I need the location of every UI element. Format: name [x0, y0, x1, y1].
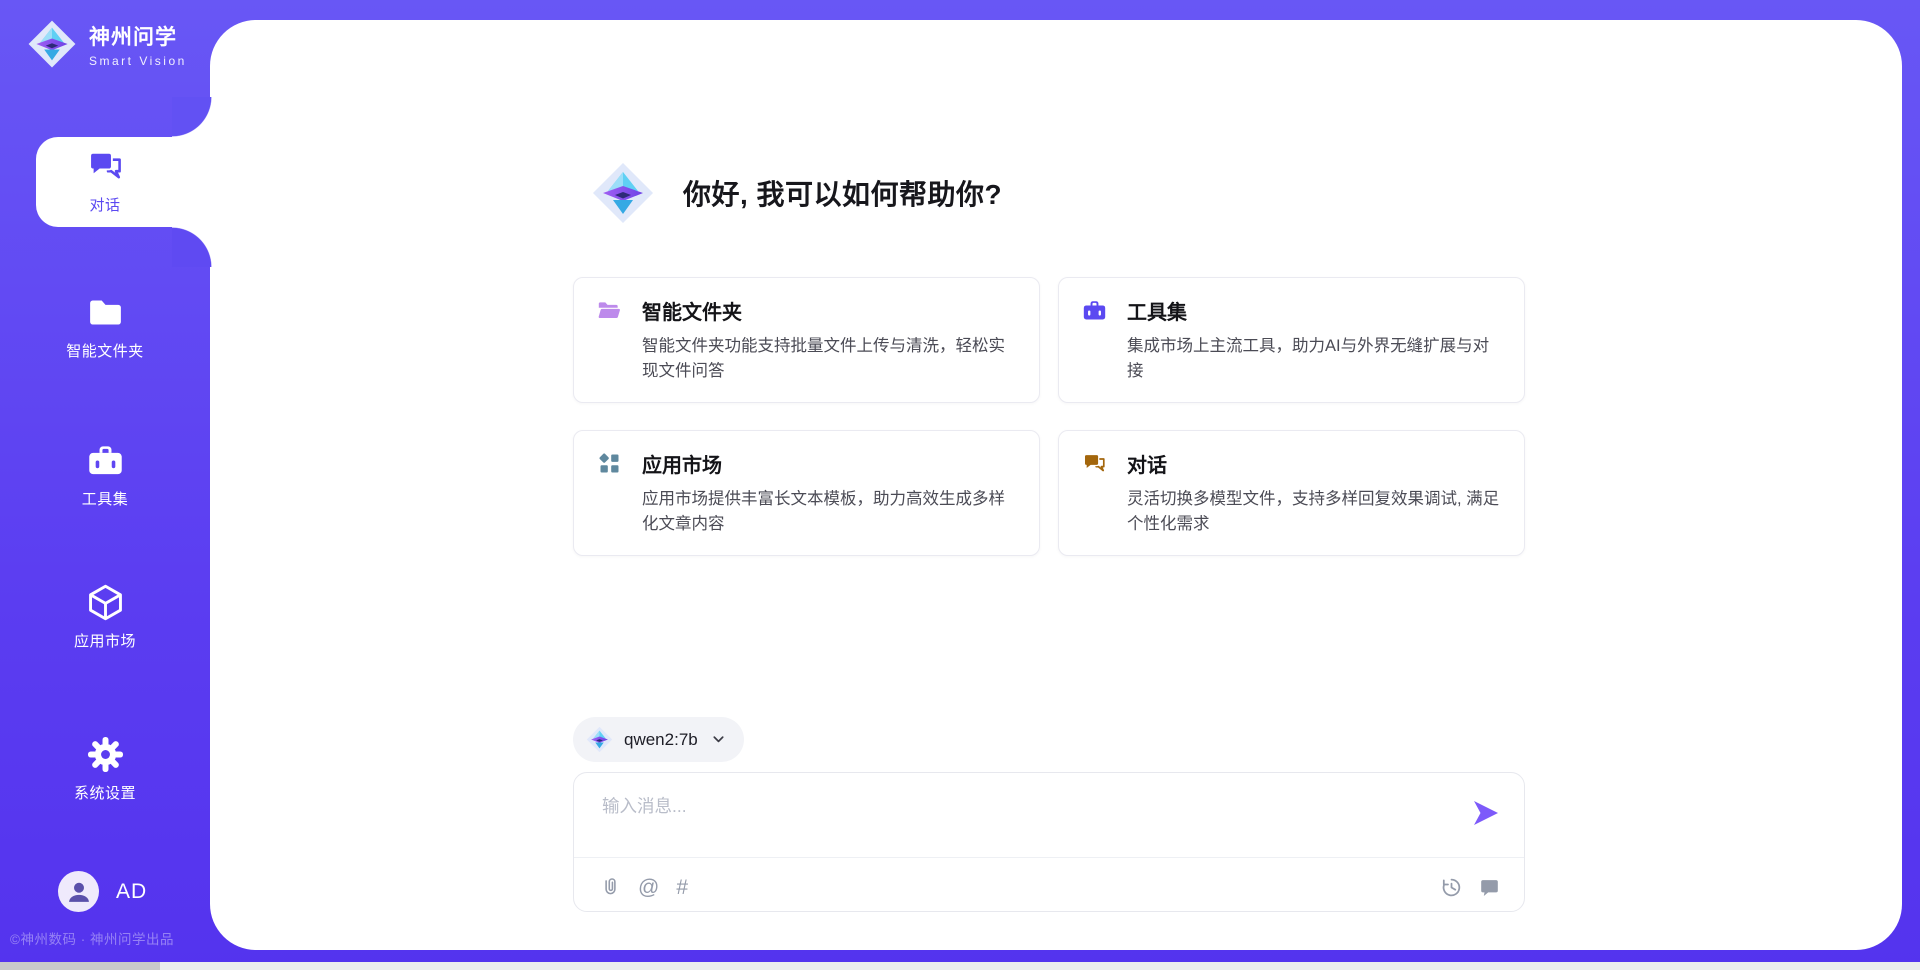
sidebar-item-app-market[interactable]: 应用市场 [0, 582, 210, 651]
avatar [58, 871, 99, 912]
mention-icon[interactable]: @ [638, 877, 659, 898]
brand-name: 神州问学 [89, 21, 187, 51]
tab-scoop-bottom [172, 227, 212, 267]
card-title: 应用市场 [642, 449, 722, 478]
user-initials: AD [116, 880, 147, 904]
sidebar-item-label: 应用市场 [74, 630, 136, 651]
card-description: 应用市场提供丰富长文本模板，助力高效生成多样化文章内容 [596, 487, 1017, 537]
sidebar-item-toolset[interactable]: 工具集 [0, 440, 210, 509]
chat-bubbles-icon [1081, 450, 1108, 477]
composer-toolbar-right [1441, 877, 1500, 898]
card-title: 对话 [1127, 449, 1167, 478]
person-icon [62, 875, 96, 909]
app-grid-icon [596, 450, 623, 477]
chat-bubbles-icon [85, 146, 126, 187]
app-root: { "brand": { "name": "神州问学", "subtitle":… [0, 0, 1920, 970]
message-composer: @ # [573, 772, 1525, 912]
content-area: 你好, 我可以如何帮助你? 智能文件夹 智能文件夹功能支持批量文件上传与清洗，轻… [573, 20, 1525, 950]
history-icon[interactable] [1441, 877, 1462, 898]
briefcase-icon [1081, 297, 1108, 324]
user-account[interactable]: AD [58, 871, 147, 912]
card-description: 集成市场上主流工具，助力AI与外界无缝扩展与对接 [1081, 334, 1502, 384]
chevron-down-icon [711, 732, 726, 747]
card-app-market[interactable]: 应用市场 应用市场提供丰富长文本模板，助力高效生成多样化文章内容 [573, 430, 1040, 556]
hashtag-icon[interactable]: # [676, 877, 688, 898]
sidebar-item-label: 系统设置 [74, 782, 136, 803]
card-smart-folder[interactable]: 智能文件夹 智能文件夹功能支持批量文件上传与清洗，轻松实现文件问答 [573, 277, 1040, 403]
composer-divider [574, 857, 1524, 858]
cube-icon [85, 582, 126, 623]
card-title: 智能文件夹 [642, 296, 742, 325]
card-description: 智能文件夹功能支持批量文件上传与清洗，轻松实现文件问答 [596, 334, 1017, 384]
brand-subtitle: Smart Vision [89, 54, 187, 68]
brand: 神州问学 Smart Vision [27, 19, 187, 69]
card-description: 灵活切换多模型文件，支持多样回复效果调试, 满足个性化需求 [1081, 487, 1502, 537]
tab-scoop-top [172, 97, 212, 137]
sidebar-item-label: 智能文件夹 [66, 340, 144, 361]
message-input[interactable] [602, 793, 1392, 851]
window-bottom-edge-segment [0, 962, 160, 970]
copyright: ©神州数码 · 神州问学出品 [10, 928, 174, 948]
folder-open-icon [596, 297, 623, 324]
sidebar-item-settings[interactable]: 系统设置 [0, 734, 210, 803]
greeting-text: 你好, 我可以如何帮助你? [683, 173, 1002, 213]
send-icon[interactable] [1472, 799, 1500, 827]
chat-bubble-icon[interactable] [1479, 877, 1500, 898]
composer-toolbar: @ # [600, 869, 1500, 905]
gear-icon [85, 734, 126, 775]
attachment-icon[interactable] [600, 877, 621, 898]
window-bottom-edge [0, 962, 1920, 970]
model-selector[interactable]: qwen2:7b [573, 717, 744, 762]
card-chat[interactable]: 对话 灵活切换多模型文件，支持多样回复效果调试, 满足个性化需求 [1058, 430, 1525, 556]
model-logo-icon [586, 726, 613, 753]
sidebar-item-label: 对话 [89, 194, 120, 215]
card-title: 工具集 [1127, 296, 1187, 325]
assistant-logo-icon [591, 161, 655, 225]
sidebar-item-chat[interactable]: 对话 [0, 146, 210, 215]
brand-logo-icon [27, 19, 77, 69]
greeting: 你好, 我可以如何帮助你? [591, 161, 1002, 225]
folder-icon [85, 292, 126, 333]
card-toolset[interactable]: 工具集 集成市场上主流工具，助力AI与外界无缝扩展与对接 [1058, 277, 1525, 403]
sidebar-item-smart-folder[interactable]: 智能文件夹 [0, 292, 210, 361]
feature-cards: 智能文件夹 智能文件夹功能支持批量文件上传与清洗，轻松实现文件问答 工具集 集成… [573, 277, 1525, 556]
briefcase-icon [85, 440, 126, 481]
sidebar-item-label: 工具集 [82, 488, 129, 509]
model-name: qwen2:7b [624, 730, 698, 750]
